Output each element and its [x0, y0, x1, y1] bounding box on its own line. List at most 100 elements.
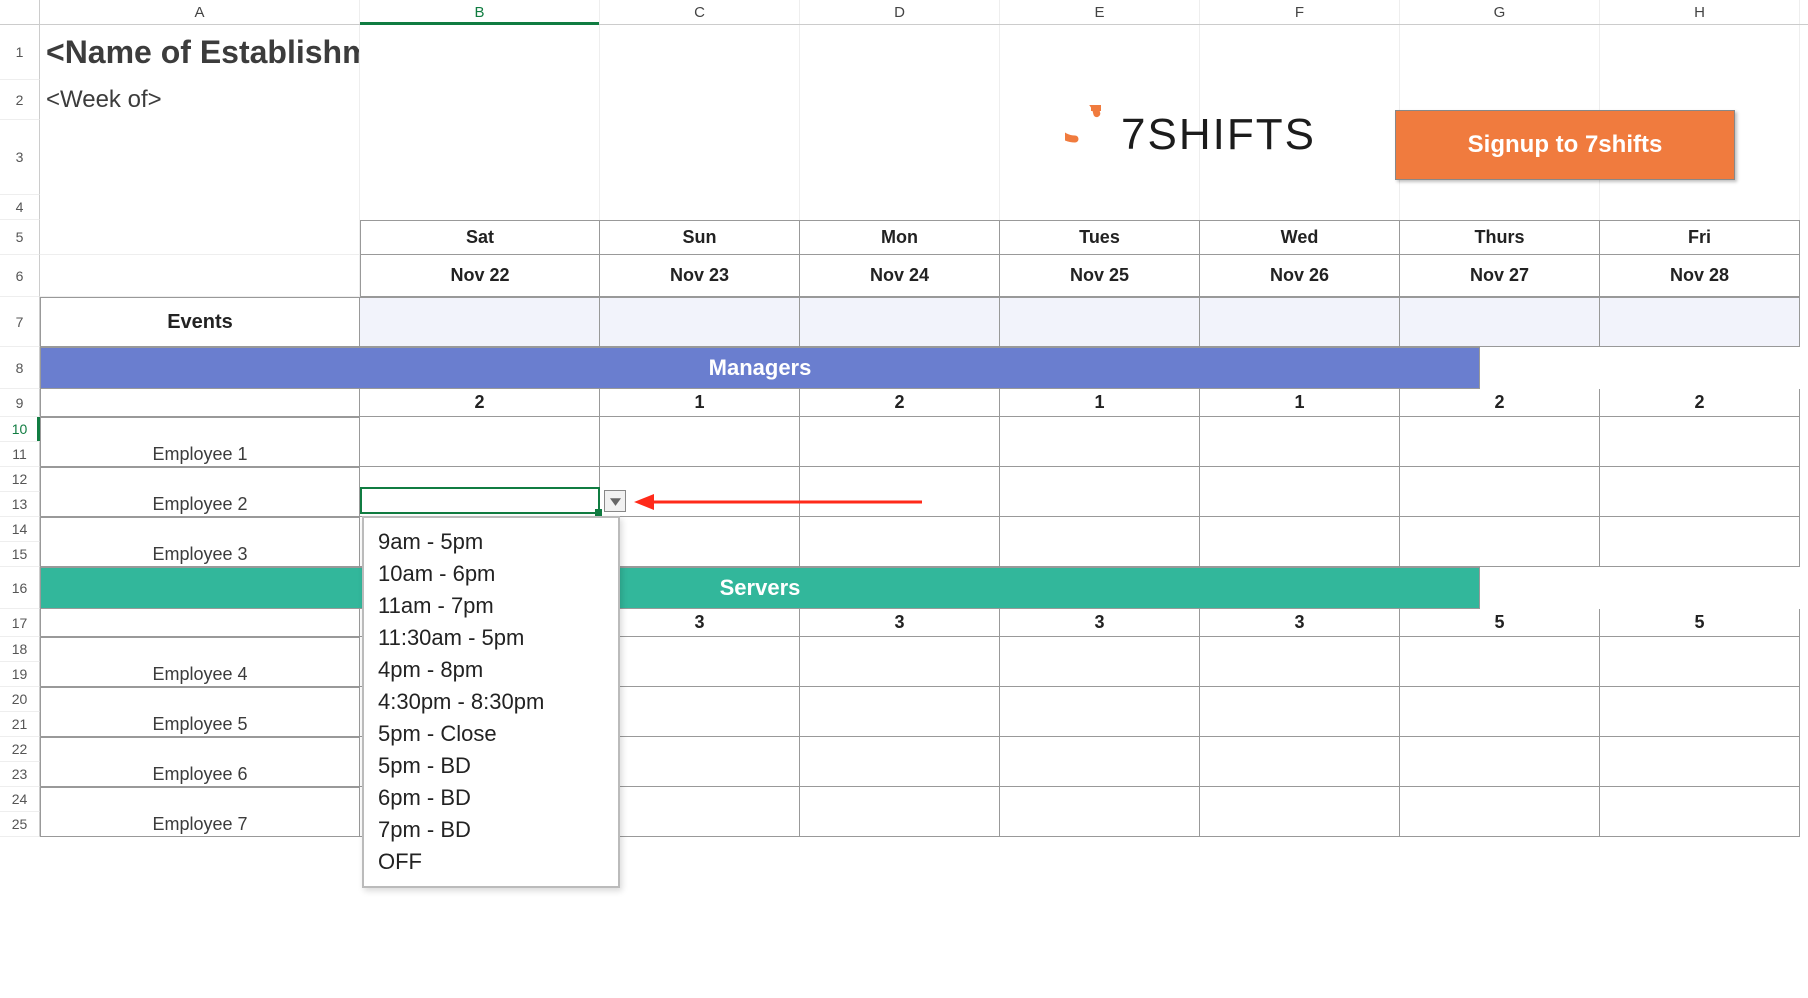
shift-emp1b-mon[interactable] [800, 442, 1000, 467]
shift-emp2b-fri[interactable] [1600, 492, 1800, 517]
employee-7-label[interactable]: Employee 7 [40, 812, 360, 837]
date-header-1[interactable]: Nov 23 [600, 255, 800, 297]
cell-subtitle[interactable]: <Week of> [40, 80, 360, 120]
shift-emp2b-wed[interactable] [1200, 492, 1400, 517]
cell-E4[interactable] [1000, 195, 1200, 220]
managers-count-2[interactable]: 2 [800, 389, 1000, 417]
shift-emp5-fri[interactable] [1600, 687, 1800, 712]
row-header-24[interactable]: 24 [0, 787, 40, 812]
dropdown-option-9[interactable]: 7pm - BD [364, 814, 618, 846]
shift-emp5b-thurs[interactable] [1400, 712, 1600, 737]
cell-F1[interactable] [1200, 25, 1400, 80]
shift-emp1b-sat[interactable] [360, 442, 600, 467]
data-validation-dropdown-button[interactable] [604, 490, 626, 512]
shift-emp3-wed[interactable] [1200, 517, 1400, 542]
date-header-6[interactable]: Nov 28 [1600, 255, 1800, 297]
events-mon[interactable] [800, 297, 1000, 347]
shift-emp4-sun[interactable] [600, 637, 800, 662]
shift-emp6b-wed[interactable] [1200, 762, 1400, 787]
shift-emp3b-thurs[interactable] [1400, 542, 1600, 567]
shift-emp4b-wed[interactable] [1200, 662, 1400, 687]
dropdown-option-7[interactable]: 5pm - BD [364, 750, 618, 782]
shift-emp3-mon[interactable] [800, 517, 1000, 542]
cell-B3[interactable] [360, 120, 600, 195]
row-header-19[interactable]: 19 [0, 662, 40, 687]
row-header-4[interactable]: 4 [0, 195, 40, 220]
dropdown-option-3[interactable]: 11:30am - 5pm [364, 622, 618, 654]
col-header-G[interactable]: G [1400, 0, 1600, 24]
shift-emp1-wed[interactable] [1200, 417, 1400, 442]
date-header-4[interactable]: Nov 26 [1200, 255, 1400, 297]
cell-A4[interactable] [40, 195, 360, 220]
select-all-corner[interactable] [0, 0, 40, 24]
managers-count-4[interactable]: 1 [1200, 389, 1400, 417]
employee-5-label[interactable]: Employee 5 [40, 712, 360, 737]
shift-emp1-tues[interactable] [1000, 417, 1200, 442]
shift-emp3b-sun[interactable] [600, 542, 800, 567]
shift-emp1b-fri[interactable] [1600, 442, 1800, 467]
shift-emp3-sun[interactable] [600, 517, 800, 542]
col-header-A[interactable]: A [40, 0, 360, 24]
shift-emp6b-tues[interactable] [1000, 762, 1200, 787]
date-header-5[interactable]: Nov 27 [1400, 255, 1600, 297]
row-header-15[interactable]: 15 [0, 542, 40, 567]
employee-1-label[interactable]: Employee 1 [40, 442, 360, 467]
date-header-0[interactable]: Nov 22 [360, 255, 600, 297]
shift-emp4b-mon[interactable] [800, 662, 1000, 687]
shift-emp3-thurs[interactable] [1400, 517, 1600, 542]
shift-emp5-thurs[interactable] [1400, 687, 1600, 712]
row-header-2[interactable]: 2 [0, 80, 40, 120]
shift-emp5b-fri[interactable] [1600, 712, 1800, 737]
cell-C3[interactable] [600, 120, 800, 195]
managers-count-1[interactable]: 1 [600, 389, 800, 417]
dropdown-option-8[interactable]: 6pm - BD [364, 782, 618, 814]
cell-A6[interactable] [40, 255, 360, 297]
shift-emp4-mon[interactable] [800, 637, 1000, 662]
col-header-F[interactable]: F [1200, 0, 1400, 24]
cell-D1[interactable] [800, 25, 1000, 80]
shift-emp3b-wed[interactable] [1200, 542, 1400, 567]
dropdown-option-6[interactable]: 5pm - Close [364, 718, 618, 750]
shift-emp6-fri[interactable] [1600, 737, 1800, 762]
shift-emp1-mon[interactable] [800, 417, 1000, 442]
shift-emp7b-wed[interactable] [1200, 812, 1400, 837]
row-header-8[interactable]: 8 [0, 347, 40, 389]
cell-C2[interactable] [600, 80, 800, 120]
shift-emp6b-thurs[interactable] [1400, 762, 1600, 787]
row-header-25[interactable]: 25 [0, 812, 40, 837]
row-header-11[interactable]: 11 [0, 442, 40, 467]
shift-emp2-tues[interactable] [1000, 467, 1200, 492]
dropdown-option-0[interactable]: 9am - 5pm [364, 526, 618, 558]
day-header-wed[interactable]: Wed [1200, 220, 1400, 255]
cell-D3[interactable] [800, 120, 1000, 195]
cell-D4[interactable] [800, 195, 1000, 220]
shift-emp4b-tues[interactable] [1000, 662, 1200, 687]
cell-title[interactable]: <Name of Establishment> [40, 25, 360, 80]
cell-D2[interactable] [800, 80, 1000, 120]
shift-emp6-sun[interactable] [600, 737, 800, 762]
row-header-17[interactable]: 17 [0, 609, 40, 637]
col-header-B[interactable]: B [360, 0, 600, 24]
managers-section-header[interactable]: Managers [40, 347, 1480, 389]
shift-emp1-thurs[interactable] [1400, 417, 1600, 442]
shift-emp4b-sun[interactable] [600, 662, 800, 687]
shift-emp4-thurs[interactable] [1400, 637, 1600, 662]
shift-emp3-tues[interactable] [1000, 517, 1200, 542]
shift-emp2-wed[interactable] [1200, 467, 1400, 492]
shift-emp7b-thurs[interactable] [1400, 812, 1600, 837]
shift-emp2-mon[interactable] [800, 467, 1000, 492]
shift-emp7b-tues[interactable] [1000, 812, 1200, 837]
shift-emp6-wed[interactable] [1200, 737, 1400, 762]
shift-emp2-sun[interactable] [600, 467, 800, 492]
shift-emp7-sun[interactable] [600, 787, 800, 812]
events-sun[interactable] [600, 297, 800, 347]
employee-2-label[interactable]: Employee 2 [40, 492, 360, 517]
row-header-5[interactable]: 5 [0, 220, 40, 255]
signup-button[interactable]: Signup to 7shifts [1395, 110, 1735, 180]
row-header-20[interactable]: 20 [0, 687, 40, 712]
dropdown-option-4[interactable]: 4pm - 8pm [364, 654, 618, 686]
shift-emp7-tues[interactable] [1000, 787, 1200, 812]
shift-emp5b-mon[interactable] [800, 712, 1000, 737]
col-header-C[interactable]: C [600, 0, 800, 24]
servers-count-blank[interactable] [40, 609, 360, 637]
